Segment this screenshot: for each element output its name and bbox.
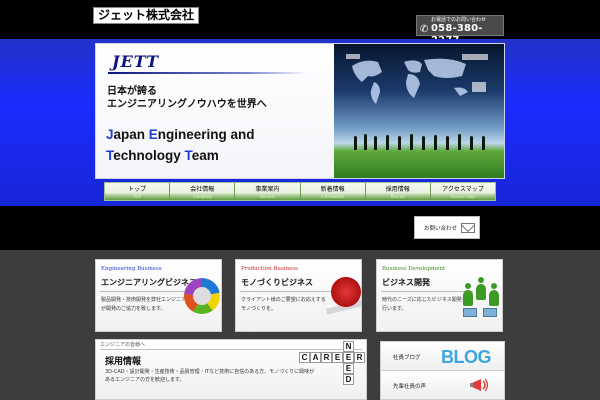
divider xyxy=(381,291,473,292)
nav-item-recruit[interactable]: 採用情報 Recruit xyxy=(365,183,431,200)
divider xyxy=(100,349,362,350)
nav-item-information[interactable]: 新着情報 Information xyxy=(300,183,366,200)
person-silhouette xyxy=(422,136,425,150)
contact-label: お問い合わせ xyxy=(424,226,458,232)
divider xyxy=(100,291,192,292)
nav-item-company[interactable]: 会社情報 Company xyxy=(170,183,236,200)
nav-item-service[interactable]: 事業案内 Service xyxy=(235,183,301,200)
person-silhouette xyxy=(458,134,461,150)
card-production-business[interactable]: Production Business モノづくりビジネス クライアント様のご要… xyxy=(235,259,362,332)
person-silhouette xyxy=(364,134,367,150)
world-map-graphic xyxy=(346,54,488,104)
hero-tagline-line2: エンジニアリングノウハウを世界へ xyxy=(107,99,267,110)
hero-image-world-map xyxy=(334,44,504,178)
person-silhouette xyxy=(446,136,449,150)
company-logo[interactable]: ジェット株式会社 xyxy=(93,7,200,24)
hero-banner: JETT 日本が誇る エンジニアリングノウハウを世界へ Japan Engine… xyxy=(95,43,505,179)
main-nav: トップ TOP 会社情報 Company 事業案内 Service 新着情報 I… xyxy=(104,182,496,201)
nav-item-access-map[interactable]: アクセスマップ Access map xyxy=(430,183,496,200)
person-silhouette xyxy=(374,136,377,150)
employee-blog-link[interactable]: 社員ブログ BLOG xyxy=(380,341,505,371)
team-illustration xyxy=(461,276,501,320)
nav-item-top[interactable]: トップ TOP xyxy=(105,183,171,200)
card-category: Production Business xyxy=(241,266,298,272)
divider xyxy=(240,291,332,292)
blog-label: 社員ブログ xyxy=(393,355,421,361)
hero-english-line2: Technology Team xyxy=(106,148,219,163)
top-header: ジェット株式会社 お電話でのお問い合わせ ✆ 058-380-2277 xyxy=(0,0,600,46)
brand-logo: JETT xyxy=(112,52,160,71)
card-title: モノづくりビジネス xyxy=(241,278,313,287)
voice-label: 先輩社員の声 xyxy=(393,384,427,390)
recruit-title: 採用情報 xyxy=(105,357,142,367)
contact-button[interactable]: お問い合わせ xyxy=(414,216,480,239)
person-silhouette xyxy=(354,136,357,150)
mail-icon xyxy=(461,223,475,233)
hero-text-panel: JETT 日本が誇る エンジニアリングノウハウを世界へ Japan Engine… xyxy=(96,44,334,178)
seal-icon xyxy=(331,277,361,307)
card-category: Business Development xyxy=(382,266,446,272)
recruit-card[interactable]: エンジニアの皆様へ 採用情報 3D-CAD・設計開発・生産技術・品質管理・ITな… xyxy=(95,339,367,400)
recruit-category: エンジニアの皆様へ xyxy=(100,342,146,348)
card-category: Engineering Business xyxy=(101,266,162,272)
card-description: 製品開発・技術開発を弊社エンジニアが開発のご協力を致します。 xyxy=(101,297,187,312)
card-business-development[interactable]: Business Development ビジネス開発 時代のニーズに応じたビジ… xyxy=(376,259,503,332)
person-silhouette xyxy=(398,136,401,150)
card-description: 時代のニーズに応じたビジネス開発を行います。 xyxy=(382,297,467,312)
brand-swoosh xyxy=(108,72,308,74)
person-silhouette xyxy=(470,136,473,150)
pie-chart-illustration xyxy=(184,278,220,314)
phone-icon: ✆ xyxy=(420,24,429,35)
recruit-description: 3D-CAD・設計開発・生産技術・品質管理・ITなど技術に自信のある方、モノづく… xyxy=(105,369,315,383)
card-engineering-business[interactable]: Engineering Business エンジニアリングビジネス 製品開発・技… xyxy=(95,259,222,332)
employee-voice-link[interactable]: 先輩社員の声 xyxy=(380,370,505,400)
phone-contact[interactable]: お電話でのお問い合わせ ✆ 058-380-2277 xyxy=(416,15,504,46)
card-title: エンジニアリングビジネス xyxy=(101,278,197,287)
megaphone-icon xyxy=(470,378,489,392)
person-silhouette xyxy=(482,136,485,150)
person-silhouette xyxy=(434,135,437,150)
person-silhouette xyxy=(386,135,389,150)
card-description: クライアント様のご要望にお応えするモノづくりを。 xyxy=(241,297,326,312)
hero-english-line1: Japan Engineering and xyxy=(106,127,255,142)
card-title: ビジネス開発 xyxy=(382,278,430,287)
person-silhouette xyxy=(410,134,413,150)
blog-logo: BLOG xyxy=(441,347,492,367)
